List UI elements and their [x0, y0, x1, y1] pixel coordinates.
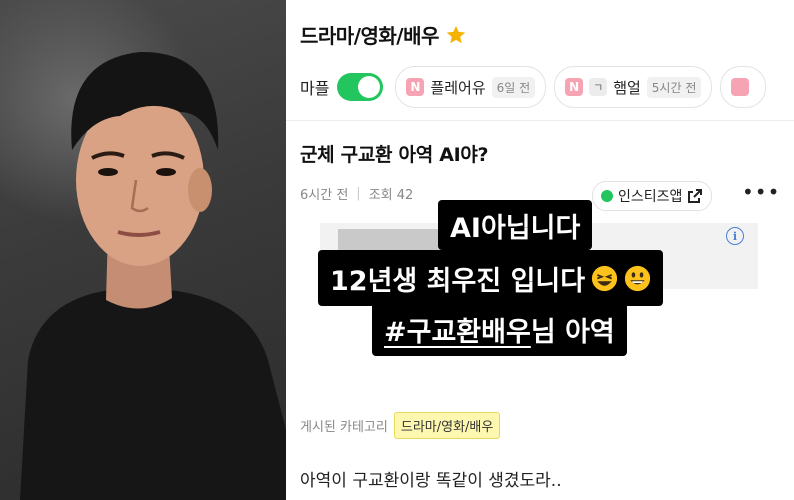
posted-category: 게시된 카테고리 드라마/영화/배우 [300, 412, 501, 439]
chip-name: 햄얼 [613, 78, 641, 97]
new-badge: N [565, 78, 584, 96]
overlay-caption-1: AI아닙니다 [438, 200, 593, 250]
gray-badge: ㄱ [589, 78, 608, 96]
mapul-toggle[interactable] [337, 73, 384, 101]
instiz-app-label: 인스티즈앱 [618, 189, 683, 205]
post-time: 6시간 전 [300, 188, 349, 203]
posted-category-label: 게시된 카테고리 [300, 420, 388, 435]
post-views: 조회 42 [368, 188, 414, 203]
filter-row: 마플 N 플레어유 6일 전 N ㄱ 햄얼 5시간 전 [300, 66, 774, 108]
chip-time: 6일 전 [491, 76, 536, 98]
ad-info-icon[interactable]: i [726, 227, 744, 245]
app-dot-icon [601, 190, 613, 202]
new-badge: N [406, 78, 425, 96]
toggle-knob [358, 76, 381, 98]
overlay-hashtag[interactable]: #구교환배우 [384, 310, 531, 349]
header-divider [286, 120, 794, 121]
posted-category-tag[interactable]: 드라마/영화/배우 [393, 412, 501, 439]
category-title: 드라마/영화/배우 [300, 24, 439, 48]
mapul-label: 마플 [300, 79, 330, 98]
user-chip[interactable]: N ㄱ 햄얼 5시간 전 [554, 66, 713, 108]
meta-separator: | [356, 186, 361, 201]
more-options-icon[interactable]: ••• [742, 180, 780, 204]
post-body: 아역이 구교환이랑 똑같이 생겼도라.. [300, 471, 562, 491]
external-link-icon [688, 189, 703, 203]
post-meta: 6시간 전 | 조회 42 [300, 184, 413, 203]
overlay-line-3: 님 아역 [530, 316, 615, 348]
overlay-caption-3: #구교환배우 님 아역 [372, 302, 627, 356]
post-title: 군체 구교환 아역 AI야? [300, 144, 489, 166]
category-header[interactable]: 드라마/영화/배우 [300, 20, 467, 49]
star-icon[interactable] [445, 24, 467, 46]
overlay-line-1: AI아닙니다 [450, 212, 581, 244]
instiz-app-button[interactable]: 인스티즈앱 [592, 181, 713, 211]
chip-name: 플레어유 [430, 78, 486, 97]
portrait-figure [20, 51, 286, 500]
grinning-emoji-icon [624, 265, 651, 291]
overlay-line-2: 12년생 최우진 입니다 [330, 265, 586, 297]
new-badge [731, 78, 750, 96]
overlay-caption-2: 12년생 최우진 입니다 [318, 250, 664, 306]
user-chip-partial[interactable] [720, 66, 767, 108]
user-chip[interactable]: N 플레어유 6일 전 [395, 66, 547, 108]
chip-time: 5시간 전 [646, 76, 702, 98]
portrait-photo [0, 0, 286, 500]
laughing-emoji-icon [591, 265, 618, 291]
